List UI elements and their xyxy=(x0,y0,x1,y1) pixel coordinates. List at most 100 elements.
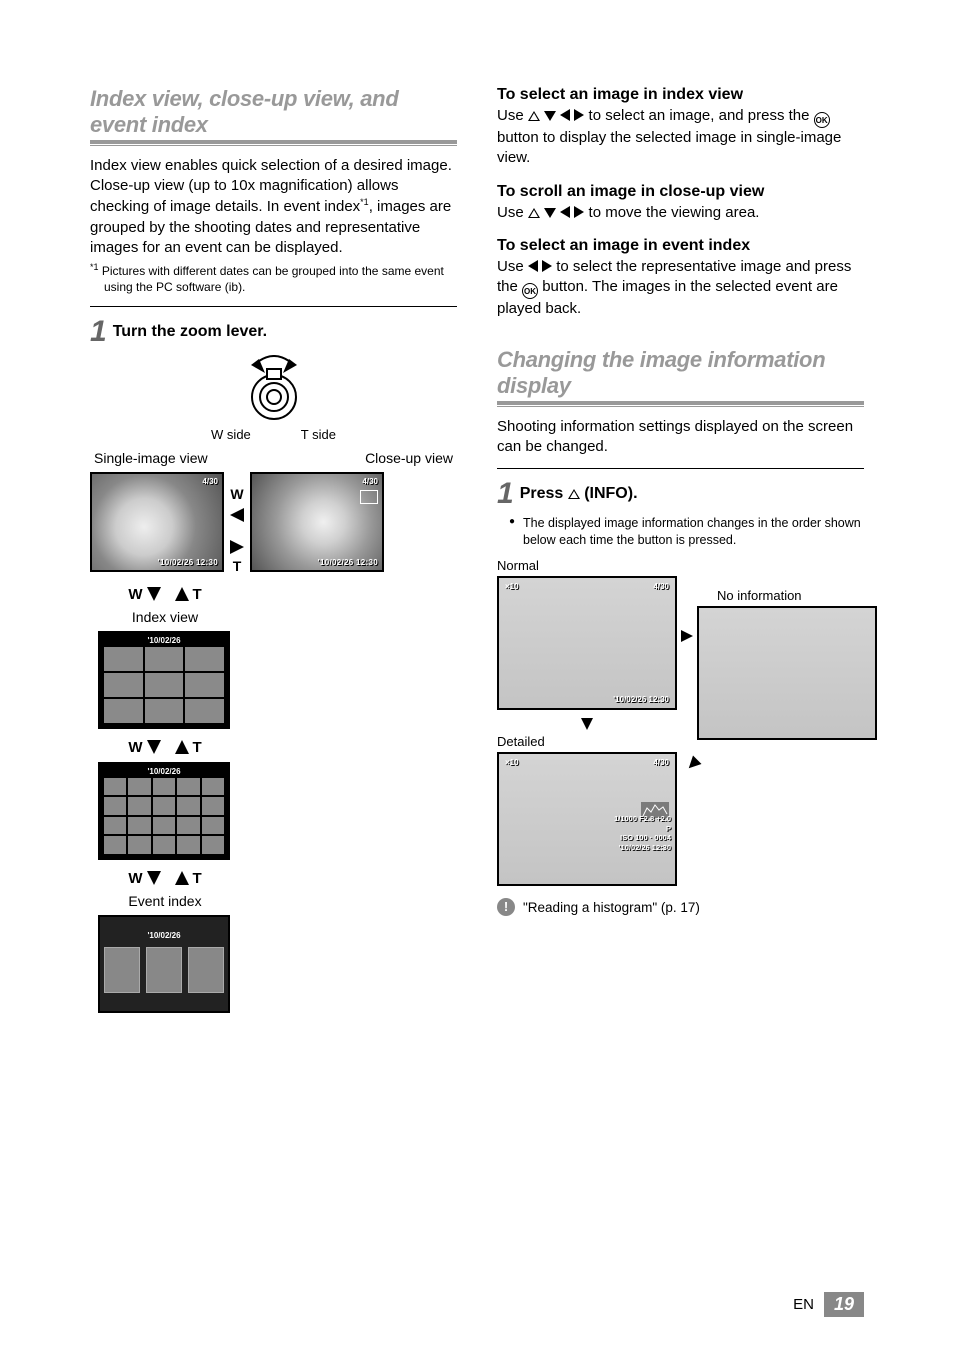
t-label: T xyxy=(193,870,202,887)
single-and-closeup-screens: 4/30 '10/02/26 12:30 W T 4/30 '10/02/26 … xyxy=(90,472,457,576)
arrow-down-icon xyxy=(581,718,593,730)
footer-lang: EN xyxy=(793,1296,814,1313)
left-icon xyxy=(528,260,538,272)
t-label: T xyxy=(193,739,202,756)
left-icon xyxy=(560,206,570,218)
t: (INFO). xyxy=(584,485,637,502)
right-icon xyxy=(574,109,584,121)
arrow-diagonal-icon xyxy=(685,756,702,773)
event-date: '10/02/26 xyxy=(100,931,228,940)
wt-toggle-2: W T xyxy=(90,739,240,756)
footer-page-number: 19 xyxy=(824,1292,864,1317)
noinfo-screen xyxy=(697,606,877,740)
grid-date: '10/02/26 xyxy=(100,636,228,645)
index-3x3-screen: '10/02/26 xyxy=(98,631,230,729)
datetime: '10/02/26 12:30 xyxy=(318,558,378,567)
arrow-left-icon xyxy=(230,508,244,522)
t: Press xyxy=(520,485,568,502)
footnote-sup: *1 xyxy=(90,262,99,272)
index-intro: Index view enables quick selection of a … xyxy=(90,156,457,258)
left-icon xyxy=(560,109,570,121)
sub-select-event-body: Use to select the representative image a… xyxy=(497,257,864,320)
section-title-info-display: Changing the image information display xyxy=(497,347,864,405)
arrow-down-icon xyxy=(147,871,161,885)
w-label: W xyxy=(230,486,243,502)
up-icon xyxy=(528,208,540,218)
t: to move the viewing area. xyxy=(589,204,760,221)
step-1-right-text: Press (INFO). xyxy=(520,485,638,503)
footnote-marker: *1 xyxy=(360,197,369,207)
event-index-screen: '10/02/26 xyxy=(98,915,230,1013)
counter: 4/30 xyxy=(362,477,378,486)
grid-date: '10/02/26 xyxy=(100,767,228,776)
info-display-intro: Shooting information settings displayed … xyxy=(497,417,864,458)
counter: 4/30 xyxy=(653,758,669,767)
close-up-label: Close-up view xyxy=(365,450,453,466)
nav-box-icon xyxy=(360,490,378,504)
t: Use xyxy=(497,258,528,275)
t-label: T xyxy=(233,558,242,574)
wt-toggle-1: W T xyxy=(90,586,240,603)
step-1-text: Turn the zoom lever. xyxy=(113,323,267,341)
divider xyxy=(90,306,457,307)
index-view-label: Index view xyxy=(90,609,240,625)
sub-select-index-body: Use to select an image, and press the OK… xyxy=(497,106,864,169)
detailed-screen: ×104/30 1/1000 F2.8 +2.0 P ISO 100 · 000… xyxy=(497,752,677,886)
ref-text: "Reading a histogram" (p. 17) xyxy=(523,900,700,915)
t-label: T xyxy=(193,586,202,603)
down-icon xyxy=(544,111,556,121)
footnote: *1 Pictures with different dates can be … xyxy=(90,262,457,296)
step-number-icon: 1 xyxy=(497,477,514,511)
datetime: '10/02/26 12:30 xyxy=(613,695,669,704)
counter: 4/30 xyxy=(202,477,218,486)
det-line2: P xyxy=(559,824,671,833)
histogram-reference: ! "Reading a histogram" (p. 17) xyxy=(497,898,864,916)
step-number-icon: 1 xyxy=(90,315,107,349)
t: to select an image, and press the xyxy=(589,107,814,124)
info-display-diagram: Normal ×104/30 '10/02/26 12:30 No inform… xyxy=(497,558,864,898)
single-image-screen: 4/30 '10/02/26 12:30 xyxy=(90,472,224,572)
step-1-right: 1 Press (INFO). xyxy=(497,477,864,511)
noinfo-label: No information xyxy=(717,588,802,603)
arrow-down-icon xyxy=(147,740,161,754)
info-bullet: The displayed image information changes … xyxy=(497,515,864,549)
note-icon: ! xyxy=(497,898,515,916)
index-5x4-screen: '10/02/26 xyxy=(98,762,230,860)
icons-row: ×10 xyxy=(505,582,519,591)
ok-button-icon: OK xyxy=(814,112,830,128)
zoom-dial-icon xyxy=(229,355,319,425)
footnote-text: Pictures with different dates can be gro… xyxy=(102,264,444,294)
w-side-label: W side xyxy=(211,427,251,442)
normal-screen: ×104/30 '10/02/26 12:30 xyxy=(497,576,677,710)
up-icon xyxy=(568,489,580,499)
event-index-label: Event index xyxy=(90,893,240,909)
arrow-up-icon xyxy=(175,871,189,885)
down-icon xyxy=(544,208,556,218)
single-image-label: Single-image view xyxy=(94,450,208,466)
right-icon xyxy=(574,206,584,218)
page-footer: EN 19 xyxy=(793,1292,864,1317)
wt-toggle-3: W T xyxy=(90,870,240,887)
step-1: 1 Turn the zoom lever. xyxy=(90,315,457,349)
arrow-down-icon xyxy=(147,587,161,601)
section-title-index: Index view, close-up view, and event ind… xyxy=(90,86,457,144)
sub-scroll-closeup: To scroll an image in close-up view xyxy=(497,183,864,201)
w-label: W xyxy=(128,586,142,603)
icons-row: ×10 xyxy=(505,758,519,767)
sub-select-event: To select an image in event index xyxy=(497,237,864,255)
arrow-up-icon xyxy=(175,587,189,601)
right-column: To select an image in index view Use to … xyxy=(497,86,864,1013)
t: Use xyxy=(497,107,528,124)
det-line4: '10/02/26 12:30 xyxy=(559,843,671,852)
t-side-label: T side xyxy=(301,427,336,442)
ok-button-icon: OK xyxy=(522,283,538,299)
t: button. The images in the selected event… xyxy=(497,278,838,317)
close-up-screen: 4/30 '10/02/26 12:30 xyxy=(250,472,384,572)
arrow-right-icon xyxy=(681,630,693,642)
divider xyxy=(497,468,864,469)
t: Use xyxy=(497,204,528,221)
arrow-right-icon xyxy=(230,540,244,554)
zoom-lever-diagram: W side T side Single-image view Close-up… xyxy=(90,355,457,1013)
det-line3: ISO 100 · 0004 xyxy=(559,833,671,842)
w-label: W xyxy=(128,870,142,887)
